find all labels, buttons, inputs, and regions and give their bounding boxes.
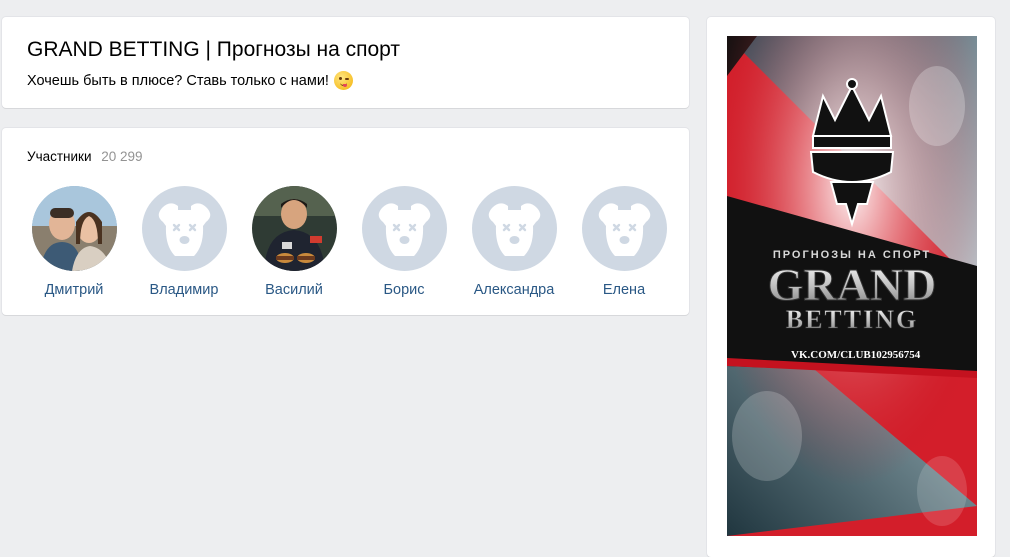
member-item[interactable]: Елена [569,186,679,298]
member-item[interactable]: Василий [239,186,349,298]
grand-betting-logo: ПРОГНОЗЫ НА СПОРТ GRAND BETTING VK.COM/C… [727,36,977,536]
group-cover-image[interactable]: ПРОГНОЗЫ НА СПОРТ GRAND BETTING VK.COM/C… [727,36,977,536]
group-header-card: GRAND BETTING | Прогнозы на спорт Хочешь… [2,17,689,108]
member-name[interactable]: Борис [384,282,425,298]
member-item[interactable]: Дмитрий [19,186,129,298]
group-status-text: Хочешь быть в плюсе? Ставь только с нами… [27,72,329,89]
avatar[interactable] [251,186,337,271]
member-name[interactable]: Дмитрий [45,282,104,298]
group-title: GRAND BETTING | Прогнозы на спорт [27,38,401,61]
winking-face-with-tongue-icon [333,71,353,90]
member-item[interactable]: Владимир [129,186,239,298]
members-card: Участники 20 299 Дмитрий Владимир Васили… [2,128,689,315]
avatar[interactable] [141,186,227,271]
avatar[interactable] [361,186,447,271]
default-dog-icon [488,203,540,256]
cover-title-line2: BETTING [786,305,919,334]
members-label[interactable]: Участники [27,149,92,164]
default-dog-icon [598,203,650,256]
member-item[interactable]: Александра [459,186,569,298]
member-name[interactable]: Елена [603,282,645,298]
member-name[interactable]: Василий [265,282,323,298]
avatar[interactable] [31,186,117,271]
members-header[interactable]: Участники 20 299 [27,149,143,164]
members-list: Дмитрий Владимир Василий Борис Александр… [19,186,679,298]
default-dog-icon [378,203,430,256]
member-name[interactable]: Владимир [150,282,219,298]
members-count: 20 299 [101,149,143,164]
avatar[interactable] [581,186,667,271]
member-photo [31,186,117,271]
avatar[interactable] [471,186,557,271]
cover-url: VK.COM/CLUB102956754 [791,349,921,361]
member-name[interactable]: Александра [474,282,555,298]
cover-title-line1: GRAND [768,259,937,310]
default-dog-icon [158,203,210,256]
member-item[interactable]: Борис [349,186,459,298]
member-photo [251,186,337,271]
group-status: Хочешь быть в плюсе? Ставь только с нами… [27,71,353,90]
group-cover-card: ПРОГНОЗЫ НА СПОРТ GRAND BETTING VK.COM/C… [707,17,995,557]
